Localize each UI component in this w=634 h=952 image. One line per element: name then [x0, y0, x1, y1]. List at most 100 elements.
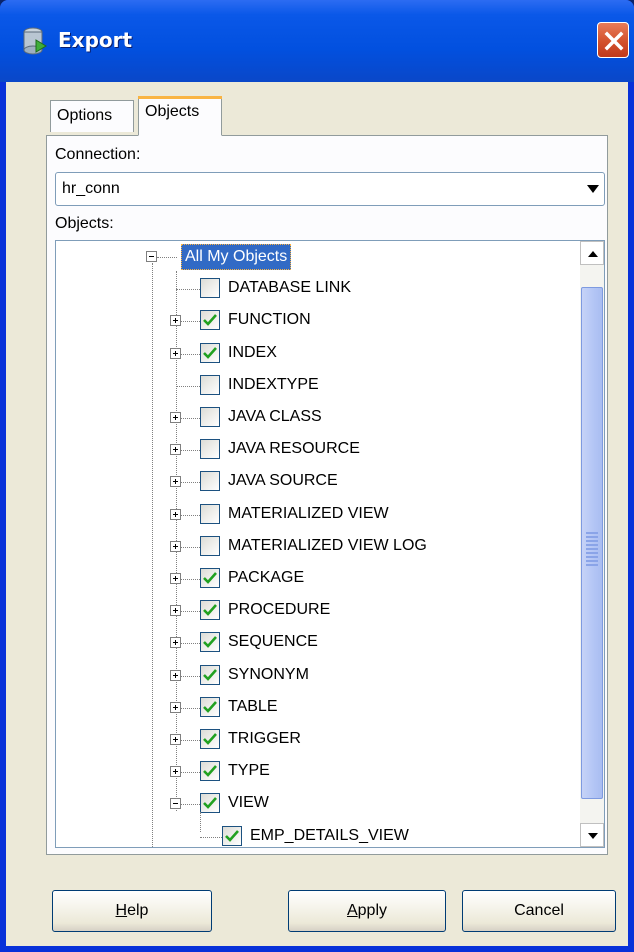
tab-objects-label: Objects	[145, 103, 200, 120]
tree-connector	[157, 257, 177, 258]
tree-connector	[200, 812, 201, 833]
arrow-down-icon	[588, 833, 598, 839]
tree-item-label: TYPE	[228, 762, 270, 780]
tree-item-checkbox[interactable]	[200, 471, 220, 492]
title-bar[interactable]: Export	[0, 0, 634, 82]
tree-item-checkbox[interactable]	[200, 310, 220, 331]
apply-button-label: Apply	[346, 902, 388, 919]
scroll-down-button[interactable]	[580, 823, 604, 847]
check-icon	[203, 346, 217, 359]
expand-toggle[interactable]	[170, 701, 181, 713]
expand-toggle[interactable]	[170, 573, 181, 584]
grip-icon	[586, 530, 598, 566]
help-button[interactable]: Help	[52, 890, 212, 932]
connection-label: Connection:	[55, 146, 141, 163]
tree-connector	[176, 289, 200, 291]
expand-toggle[interactable]	[170, 476, 181, 488]
tree-item-label: JAVA SOURCE	[228, 472, 338, 490]
tree-item-label: PACKAGE	[228, 569, 305, 586]
expand-toggle[interactable]	[170, 508, 181, 520]
tree-root-collapse-toggle[interactable]	[146, 251, 157, 262]
tree-item-checkbox[interactable]	[200, 342, 220, 363]
scroll-thumb[interactable]	[581, 287, 603, 799]
arrow-up-icon	[588, 251, 598, 257]
tree-item-label: DATABASE LINK	[228, 279, 351, 297]
tree-item-checkbox[interactable]	[200, 600, 220, 621]
expand-toggle[interactable]	[170, 637, 181, 649]
tree-item-label: INDEX	[228, 343, 277, 361]
expand-toggle[interactable]	[170, 669, 181, 681]
export-app-icon	[22, 26, 48, 56]
expand-toggle[interactable]	[170, 766, 181, 778]
tab-options[interactable]: Options	[50, 100, 134, 132]
tree-item-checkbox[interactable]	[200, 439, 220, 460]
tree-item-checkbox[interactable]	[200, 729, 220, 749]
tree-item-label: SYNONYM	[228, 665, 309, 683]
tree-content: All My Objects DATABASE LINK FUNCTION INDEX…	[56, 241, 580, 847]
objects-tree[interactable]: All My Objects DATABASE LINK FUNCTION INDEX…	[55, 240, 605, 848]
tree-item-label: INDEXTYPE	[228, 375, 319, 393]
help-button-label: Help	[115, 902, 149, 919]
tree-item-checkbox[interactable]	[200, 664, 220, 685]
check-icon	[203, 765, 217, 778]
tab-options-label: Options	[57, 107, 113, 124]
window-frame-right	[628, 82, 634, 952]
tree-item-label: TRIGGER	[228, 730, 301, 747]
tree-item-label: MATERIALIZED VIEW	[228, 504, 389, 522]
tree-connector	[176, 385, 200, 387]
tree-root-all-my-objects[interactable]: All My Objects	[181, 244, 292, 270]
vertical-scrollbar[interactable]	[580, 241, 604, 847]
chevron-down-icon	[587, 185, 599, 193]
check-icon	[225, 829, 239, 842]
tree-item-label: TABLE	[228, 697, 278, 715]
tree-item-label: PROCEDURE	[228, 601, 331, 619]
expand-toggle[interactable]	[170, 412, 181, 423]
tree-item-label: SEQUENCE	[228, 633, 318, 651]
expand-toggle[interactable]	[170, 734, 181, 745]
tree-item-label: MATERIALIZED VIEW LOG	[228, 536, 427, 554]
cancel-button[interactable]: Cancel	[462, 890, 616, 932]
check-icon	[203, 733, 217, 745]
objects-label: Objects:	[55, 215, 114, 232]
check-icon	[203, 572, 217, 584]
connection-dropdown[interactable]: hr_conn	[55, 172, 605, 206]
tree-item-checkbox[interactable]	[200, 374, 220, 395]
tree-item-checkbox[interactable]	[200, 696, 220, 717]
close-icon	[604, 31, 624, 51]
check-icon	[203, 797, 217, 810]
expand-toggle[interactable]	[170, 315, 181, 327]
tree-item-checkbox[interactable]	[200, 535, 220, 556]
tree-item-checkbox[interactable]	[200, 793, 220, 814]
expand-toggle[interactable]	[170, 540, 181, 552]
tree-item-checkbox[interactable]	[200, 568, 220, 588]
tree-item-checkbox[interactable]	[200, 503, 220, 524]
tree-item-checkbox[interactable]	[200, 407, 220, 427]
close-button[interactable]	[597, 22, 629, 58]
dialog-title: Export	[58, 28, 133, 52]
check-icon	[203, 314, 217, 327]
tab-objects[interactable]: Objects	[138, 96, 222, 136]
apply-button[interactable]: Apply	[288, 890, 446, 932]
check-icon	[203, 668, 217, 681]
tree-connector	[200, 836, 222, 838]
tree-item-checkbox[interactable]	[200, 632, 220, 653]
objects-tab-panel: Connection: hr_conn Objects: All My Obje…	[46, 135, 608, 855]
tree-item-checkbox[interactable]	[200, 761, 220, 782]
tree-item-label: JAVA CLASS	[228, 408, 322, 425]
expand-toggle[interactable]	[170, 444, 181, 456]
collapse-toggle[interactable]	[170, 798, 181, 810]
tree-item-label: FUNCTION	[228, 311, 311, 329]
window-frame-bottom	[0, 946, 634, 952]
expand-toggle[interactable]	[170, 347, 181, 359]
scroll-up-button[interactable]	[580, 241, 604, 265]
tree-child-label: EMP_DETAILS_VIEW	[250, 826, 409, 844]
check-icon	[203, 700, 217, 713]
cancel-button-label: Cancel	[514, 902, 564, 919]
tree-child-checkbox[interactable]	[222, 825, 242, 846]
tree-item-label: VIEW	[228, 794, 269, 812]
check-icon	[203, 636, 217, 649]
tree-item-checkbox[interactable]	[200, 278, 220, 299]
dialog-body: Options Objects Connection: hr_conn Obje…	[6, 82, 628, 946]
expand-toggle[interactable]	[170, 605, 181, 617]
check-icon	[203, 604, 217, 617]
